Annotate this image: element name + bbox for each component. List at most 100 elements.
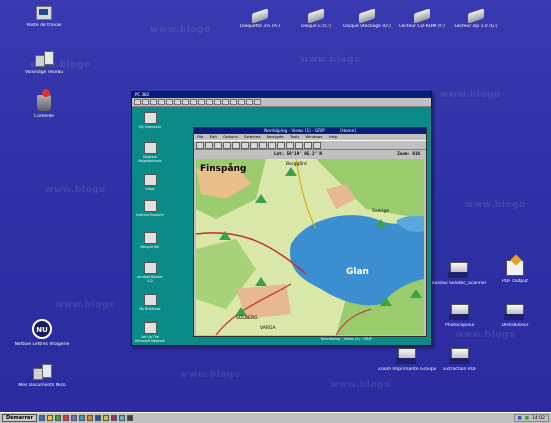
screen-toolbar [132, 98, 431, 107]
acrobat-icon [143, 262, 157, 274]
toolbar-button[interactable] [238, 99, 245, 105]
quick-launch-icon[interactable] [94, 415, 101, 421]
desktop-icon-floppy[interactable]: Disquette 3½ (A:) [231, 6, 289, 29]
tray-app-icon[interactable]: ■ [525, 415, 529, 421]
screen-icon-recycle[interactable]: Recycle Bin [135, 232, 165, 250]
taskbar: Démarrer ■ ■ 14:02 [0, 412, 551, 423]
menu-navigate[interactable]: Navigate [267, 134, 284, 139]
recycle-bin-icon [37, 89, 51, 111]
menu-windows[interactable]: Windows [306, 134, 323, 139]
quick-launch-icon[interactable] [54, 415, 61, 421]
map-tool-button[interactable] [268, 142, 276, 149]
quick-launch-icon[interactable] [46, 415, 53, 421]
menu-selected[interactable]: Selected [244, 134, 260, 139]
screen-icon-ie[interactable]: Internet Explorer [135, 200, 165, 218]
desktop-icon-label: Lecteur zip 1.0 (G:) [454, 24, 498, 29]
map-label-place: Sverige [372, 208, 389, 214]
briefcase-icon [143, 294, 157, 306]
desktop-icon-my-computer[interactable]: Poste de travail [15, 6, 73, 28]
quick-launch-icon[interactable] [110, 415, 117, 421]
screen-icon-label: Internet Explorer [136, 213, 164, 217]
menu-options[interactable]: Options [223, 134, 238, 139]
toolbar-button[interactable] [182, 99, 189, 105]
desktop-icon-distributor[interactable]: Distributeur [486, 304, 544, 328]
watermark: www.blogo [45, 185, 106, 195]
toolbar-button[interactable] [166, 99, 173, 105]
map-tool-button[interactable] [196, 142, 204, 149]
desktop-icon-recycle-bin[interactable]: Corbeille [15, 89, 73, 119]
toolbar-button[interactable] [214, 99, 221, 105]
map-label-place: SOLBERG [236, 315, 258, 321]
map-tool-button[interactable] [205, 142, 213, 149]
quick-launch-icon[interactable] [70, 415, 77, 421]
toolbar-button[interactable] [134, 99, 141, 105]
screen-icon-network[interactable]: Network Neighborhood [135, 142, 165, 164]
toolbar-button[interactable] [222, 99, 229, 105]
map-tool-button[interactable] [259, 142, 267, 149]
msn-icon [143, 322, 157, 334]
map-tool-button[interactable] [250, 142, 258, 149]
desktop-icon-disk-c[interactable]: Disque C:(C:) [287, 6, 345, 29]
system-tray: ■ ■ 14:02 [513, 414, 549, 422]
map-tool-button[interactable] [313, 142, 321, 149]
quick-launch-icon[interactable] [126, 415, 133, 421]
desktop-icon-network[interactable]: Voisinage réseau [15, 49, 73, 75]
map-tool-button[interactable] [304, 142, 312, 149]
map-tool-button[interactable] [241, 142, 249, 149]
toolbar-button[interactable] [142, 99, 149, 105]
watermark: www.blogo [55, 300, 116, 310]
screen-icon-briefcase[interactable]: My Briefcase [135, 294, 165, 312]
desktop-icon-disk-d[interactable]: Disque Stockage (D:) [338, 6, 396, 29]
quick-launch-icon[interactable] [38, 415, 45, 421]
menu-edit[interactable]: Edit [210, 134, 217, 139]
map-tool-button[interactable] [232, 142, 240, 149]
map-tool-button[interactable] [295, 142, 303, 149]
map-status: Norrköping - Views (1) - GRIP [321, 337, 372, 341]
desktop-icon-cdrom[interactable]: Lecteur CD-ROM (F:) [393, 6, 451, 29]
toolbar-button[interactable] [254, 99, 261, 105]
toolbar-button[interactable] [206, 99, 213, 105]
watermark: www.blogo [440, 90, 501, 100]
start-button[interactable]: Démarrer [2, 414, 37, 422]
map-window[interactable]: Norrköping - Views (1) - GRIP [Home] Fil… [193, 127, 427, 337]
map-tool-button[interactable] [214, 142, 222, 149]
desktop-icon-printer-scanner[interactable]: Bureau Solutec_Scanner [430, 262, 488, 286]
toolbar-button[interactable] [246, 99, 253, 105]
desktop-icon-zip[interactable]: Lecteur zip 1.0 (G:) [447, 6, 505, 29]
quick-launch-icon[interactable] [102, 415, 109, 421]
toolbar-button[interactable] [190, 99, 197, 105]
tray-network-icon[interactable]: ■ [518, 415, 522, 421]
toolbar-button[interactable] [150, 99, 157, 105]
toolbar-button[interactable] [174, 99, 181, 105]
desktop-icon-extraction-pdf[interactable]: Extraction PDF [431, 348, 489, 372]
desktop-icon-label: Lecteur CD-ROM (F:) [399, 24, 445, 29]
map-tool-button[interactable] [277, 142, 285, 149]
zoom-readout: Zoom: 016 [397, 151, 420, 156]
desktop-icon-zoom-printer[interactable]: Zoom Imprimante Groupe [378, 348, 436, 372]
menu-file[interactable]: File [197, 134, 203, 139]
screen-icon-my-computer[interactable]: My Computer [135, 112, 165, 130]
map-tool-button[interactable] [223, 142, 231, 149]
map-tool-button[interactable] [286, 142, 294, 149]
lat-readout: Lat: 58°19' 05.1" N [274, 151, 322, 156]
watermark: www.blogo [150, 25, 211, 35]
screen-icon-msn[interactable]: Set Up The Microsoft Network [135, 322, 165, 344]
map-canvas[interactable]: Finspång Glan Sverige Borggård VARGA SOL… [196, 159, 424, 335]
nu-icon: NU [32, 319, 52, 339]
toolbar-button[interactable] [198, 99, 205, 105]
toolbar-button[interactable] [158, 99, 165, 105]
quick-launch-icon[interactable] [78, 415, 85, 421]
desktop-icon-nu[interactable]: NU Nettoie Lettres Imagerie [13, 319, 71, 347]
toolbar-button[interactable] [230, 99, 237, 105]
screen-icon-acrobat[interactable]: Acrobat Reader 4.0 [135, 262, 165, 284]
quick-launch-icon[interactable] [118, 415, 125, 421]
screen-icon-inbox[interactable]: Inbox [135, 174, 165, 192]
menu-tools[interactable]: Tools [290, 134, 299, 139]
desktop-icon-photocopier[interactable]: Photocopieur [431, 304, 489, 328]
quick-launch-icon[interactable] [62, 415, 69, 421]
quick-launch-icon[interactable] [86, 415, 93, 421]
menu-help[interactable]: Help [329, 134, 338, 139]
desktop-icon-pdf-output[interactable]: PDF Output [486, 260, 544, 284]
desktop-icon-group[interactable]: Mes Documents Nico [13, 362, 71, 388]
network-icon [143, 142, 157, 154]
